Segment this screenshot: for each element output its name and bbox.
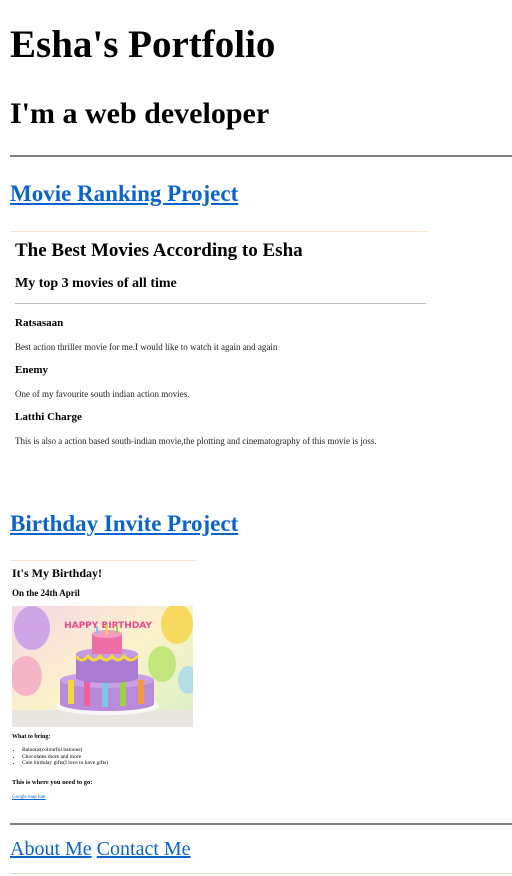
cake-banner-text: HAPPY BIRTHDAY [64,621,152,631]
movie-description: Best action thriller movie for me.I woul… [15,342,278,352]
birthday-invite-project-link[interactable]: Birthday Invite Project [10,510,238,538]
about-me-link[interactable]: About Me [10,838,92,860]
movie-project-preview[interactable]: The Best Movies According to Esha My top… [10,231,428,464]
top-divider [10,155,512,157]
movie-preview-subheading: My top 3 movies of all time [15,276,177,291]
movie-preview-divider [15,303,426,304]
movie-title: Enemy [15,364,48,376]
portfolio-page: Esha's Portfolio I'm a web developer Mov… [0,0,512,876]
footer-nav: About Me Contact Me [10,837,191,861]
where-heading: This is where you need to go: [12,779,93,786]
bottom-divider [10,823,512,825]
google-map-link[interactable]: Google map link [12,795,46,800]
bring-heading: What to bring: [12,734,51,740]
contact-me-link[interactable]: Contact Me [97,838,191,860]
page-bottom-border [10,873,512,874]
birthday-preview-heading: It's My Birthday! [12,566,102,580]
bring-list: Baloons(colourful baloons) Chocolates mo… [12,747,108,767]
movie-description: One of my favourite south indian action … [15,389,190,399]
birthday-project-preview[interactable]: It's My Birthday! On the 24th April HAPP… [10,560,197,805]
birthday-cake-image: HAPPY BIRTHDAY [12,606,193,727]
movie-title: Ratsasaan [15,317,64,329]
movie-description: This is also a action based south-indian… [15,436,377,446]
birthday-preview-date: On the 24th April [12,588,80,598]
movie-title: Latthi Charge [15,411,82,423]
movie-ranking-project-link[interactable]: Movie Ranking Project [10,180,238,208]
movie-preview-heading: The Best Movies According to Esha [15,240,303,261]
page-title: Esha's Portfolio [10,23,276,66]
list-item: Cute birthday gifts(I love to have gifts… [22,760,108,767]
page-subtitle: I'm a web developer [10,97,270,130]
